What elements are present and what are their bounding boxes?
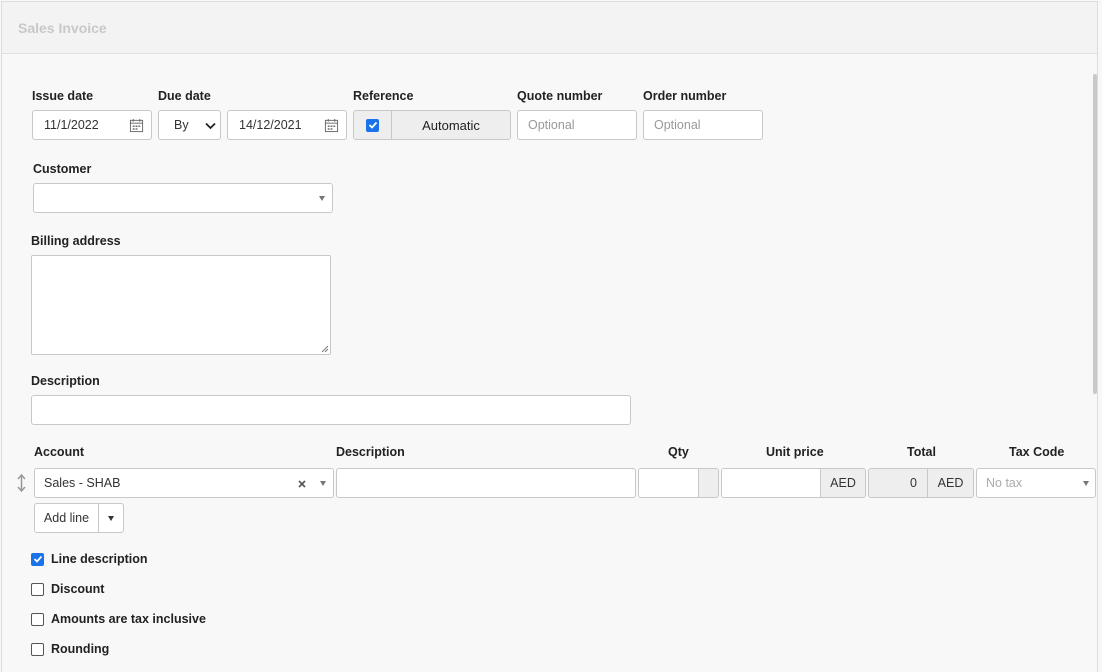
col-header-account: Account	[34, 445, 84, 459]
total-currency: AED	[928, 469, 973, 497]
tax-code-placeholder: No tax	[986, 476, 1023, 490]
billing-address-label: Billing address	[31, 234, 121, 248]
dropdown-arrow-icon	[1083, 481, 1089, 486]
add-line-split-button: Add line	[34, 503, 124, 533]
dropdown-arrow-icon	[319, 196, 325, 201]
reference-label: Reference	[353, 89, 414, 103]
resize-handle-icon[interactable]	[321, 345, 329, 353]
line-total-value: 0	[869, 469, 928, 497]
line-account-select[interactable]: Sales - SHAB	[34, 468, 334, 498]
col-header-description: Description	[336, 445, 405, 459]
customer-label: Customer	[33, 162, 92, 176]
line-description-input[interactable]	[336, 468, 636, 498]
checkmark-icon	[33, 555, 42, 563]
order-number-placeholder: Optional	[654, 118, 701, 132]
reference-group: Automatic	[353, 110, 511, 140]
option-discount[interactable]: Discount	[31, 581, 104, 597]
rounding-checkbox[interactable]	[31, 642, 44, 656]
unit-price-currency: AED	[821, 469, 865, 497]
line-account-value: Sales - SHAB	[44, 476, 121, 490]
col-header-total: Total	[907, 445, 936, 459]
col-header-unit-price: Unit price	[766, 445, 824, 459]
quote-number-placeholder: Optional	[528, 118, 575, 132]
line-qty-addon	[699, 469, 718, 497]
issue-date-label: Issue date	[32, 89, 94, 103]
line-description-option-label: Line description	[51, 552, 148, 566]
reference-checkbox[interactable]	[366, 118, 379, 132]
reference-value: Automatic	[392, 111, 510, 139]
quote-number-label: Quote number	[517, 89, 603, 103]
clear-icon[interactable]	[298, 480, 306, 488]
discount-option-label: Discount	[51, 582, 105, 596]
due-date-input[interactable]: 14/12/2021	[227, 110, 347, 140]
line-unit-price-input[interactable]	[722, 469, 821, 497]
description-label: Description	[31, 374, 100, 388]
description-input[interactable]	[31, 395, 631, 425]
option-amounts-tax-inclusive[interactable]: Amounts are tax inclusive	[31, 611, 206, 627]
tax-inclusive-option-label: Amounts are tax inclusive	[51, 612, 206, 626]
order-number-label: Order number	[643, 89, 727, 103]
customer-select[interactable]	[33, 183, 333, 213]
due-date-mode-select[interactable]: By	[158, 110, 221, 140]
drag-handle-icon[interactable]	[16, 473, 27, 493]
checkmark-icon	[368, 121, 377, 129]
line-unit-price-group: AED	[721, 468, 866, 498]
chevron-down-icon	[205, 122, 216, 130]
caret-down-icon	[108, 516, 114, 521]
line-qty-input[interactable]	[639, 469, 699, 497]
line-total-group: 0 AED	[868, 468, 974, 498]
col-header-qty: Qty	[668, 445, 689, 459]
add-line-dropdown-button[interactable]	[99, 504, 123, 532]
vertical-scrollbar[interactable]	[1093, 74, 1097, 394]
line-tax-code-select[interactable]: No tax	[976, 468, 1096, 498]
option-rounding[interactable]: Rounding	[31, 641, 109, 657]
page-title: Sales Invoice	[18, 20, 107, 36]
due-date-mode-value: By	[174, 118, 189, 132]
billing-address-textarea[interactable]	[31, 255, 331, 355]
line-qty-group	[638, 468, 719, 498]
reference-automatic-toggle[interactable]	[354, 111, 392, 139]
issue-date-value: 11/1/2022	[44, 118, 99, 132]
quote-number-input[interactable]: Optional	[517, 110, 637, 140]
dropdown-arrow-icon	[320, 481, 326, 486]
line-description-checkbox[interactable]	[31, 552, 44, 566]
due-date-label: Due date	[158, 89, 211, 103]
calendar-icon[interactable]	[129, 118, 144, 133]
tax-inclusive-checkbox[interactable]	[31, 612, 44, 626]
rounding-option-label: Rounding	[51, 642, 110, 656]
order-number-input[interactable]: Optional	[643, 110, 763, 140]
due-date-value: 14/12/2021	[239, 118, 302, 132]
discount-checkbox[interactable]	[31, 582, 44, 596]
panel-header: Sales Invoice	[2, 2, 1097, 54]
col-header-tax-code: Tax Code	[1009, 445, 1065, 459]
option-line-description[interactable]: Line description	[31, 551, 148, 567]
issue-date-input[interactable]: 11/1/2022	[32, 110, 152, 140]
calendar-icon[interactable]	[324, 118, 339, 133]
add-line-button[interactable]: Add line	[35, 504, 99, 532]
